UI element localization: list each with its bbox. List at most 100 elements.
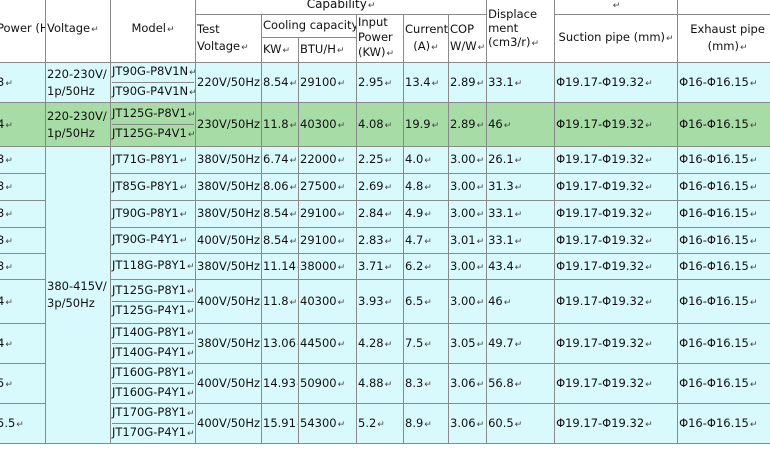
cell-current: 4.7↵ — [403, 227, 449, 254]
cell-input-power: 3.93↵ — [356, 279, 404, 324]
cell-power: 5↵ — [0, 363, 46, 404]
cell-model: JT90G-P4Y1↵ — [110, 227, 196, 254]
cell-current: 4.8↵ — [403, 173, 449, 201]
cell-btu: 54300↵ — [298, 403, 357, 444]
cell-voltage: 220-230V/ 1p/50Hz — [45, 102, 111, 147]
header-capability: Capability↵ — [194, 0, 488, 15]
cell-exhaust-pipe: Φ16-Φ16.15↵ — [677, 62, 770, 103]
cell-displacement: 26.1↵ — [486, 146, 556, 174]
cell-displacement: 46↵ — [486, 279, 556, 324]
cell-current: 7.5↵ — [403, 323, 449, 364]
cell-kw: 15.91↵ — [261, 403, 299, 444]
cell-suction-pipe: Φ19.17-Φ19.32↵ — [554, 279, 679, 324]
model-name: JT140G-P8Y1↵ — [112, 325, 195, 339]
cell-current: 13.4↵ — [403, 62, 449, 103]
cell-test-voltage: 380V/50Hz↵ — [195, 323, 262, 364]
cell-kw: 11.8↵ — [261, 102, 299, 147]
cell-model: JT90G-P8V1N↵ JT90G-P4V1N↵ — [110, 62, 196, 103]
cell-suction-pipe: Φ19.17-Φ19.32↵ — [554, 173, 679, 201]
cell-model: JT90G-P8Y1↵ — [110, 200, 196, 228]
model-name: JT85G-P8Y1↵ — [112, 178, 188, 193]
cell-suction-pipe: Φ19.17-Φ19.32↵ — [554, 227, 679, 254]
model-name: JT90G-P4V1N↵ — [112, 82, 195, 102]
cell-input-power: 3.71↵ — [356, 253, 404, 280]
cell-btu: 44500↵ — [298, 323, 357, 364]
cell-model: JT140G-P8Y1↵ JT140G-P4Y1↵ — [110, 323, 196, 364]
cell-test-voltage: 220V/50Hz↵ — [195, 62, 262, 103]
cell-input-power: 2.25↵ — [356, 146, 404, 174]
cell-suction-pipe: Φ19.17-Φ19.32↵ — [554, 253, 679, 280]
cell-btu: 40300↵ — [298, 279, 357, 324]
cell-exhaust-pipe: Φ16-Φ16.15↵ — [677, 363, 770, 404]
cell-cop: 2.89↵ — [447, 102, 488, 147]
cell-model: JT125G-P8V1↵ JT125G-P4V1↵ — [110, 102, 196, 147]
cell-kw: 8.54↵ — [261, 62, 299, 103]
cell-test-voltage: 380V/50Hz↵ — [195, 253, 262, 280]
cell-displacement: 60.5↵ — [486, 403, 556, 444]
cell-current: 6.2↵ — [403, 253, 449, 280]
cell-power: 3↵ — [0, 173, 46, 201]
cell-exhaust-pipe: Φ16-Φ16.15↵ — [677, 200, 770, 228]
model-name: JT125G-P8V1↵ — [112, 106, 196, 120]
cell-input-power: 2.83↵ — [356, 227, 404, 254]
cell-model: JT160G-P8Y1↵ JT160G-P4Y1↵ — [110, 363, 196, 404]
cell-test-voltage: 230V/50Hz↵ — [195, 102, 262, 147]
cell-btu: 38000↵ — [298, 253, 357, 280]
cell-cop: 3.00↵ — [447, 173, 488, 201]
cell-cop: 3.00↵ — [447, 279, 488, 324]
cell-power: 4↵ — [0, 102, 46, 147]
header-voltage: Voltage↵ — [45, 0, 111, 63]
cell-current: 4.0↵ — [403, 146, 449, 174]
cell-voltage: 220-230V/ 1p/50Hz — [45, 62, 111, 103]
cell-model: JT85G-P8Y1↵ — [110, 173, 196, 201]
cell-current: 8.9↵ — [403, 403, 449, 444]
cell-input-power: 4.88↵ — [356, 363, 404, 404]
cell-input-power: 2.95↵ — [356, 62, 404, 103]
table-row: 3↵220-230V/ 1p/50HzJT90G-P8V1N↵ JT90G-P4V… — [0, 62, 770, 103]
cell-test-voltage: 400V/50Hz↵ — [195, 227, 262, 254]
model-name: JT125G-P4Y1↵ — [112, 301, 195, 321]
table-row: 5.5↵ JT170G-P8Y1↵ JT170G-P4Y1↵400V/50Hz↵15… — [0, 403, 770, 444]
cell-power: 3↵ — [0, 62, 46, 103]
cell-kw: 13.06↵ — [261, 323, 299, 364]
cell-model: JT170G-P8Y1↵ JT170G-P4Y1↵ — [110, 403, 196, 444]
cell-displacement: 43.4↵ — [486, 253, 556, 280]
model-name: JT90G-P4Y1↵ — [112, 232, 188, 246]
cell-model: JT125G-P8Y1↵ JT125G-P4Y1↵ — [110, 279, 196, 324]
model-name: JT90G-P8V1N↵ — [112, 64, 195, 78]
cell-model: JT71G-P8Y1↵ — [110, 146, 196, 174]
cell-cop: 2.89↵ — [447, 62, 488, 103]
header-cooling-capacity: Cooling capacity↵ — [261, 14, 357, 38]
table-row: 3↵ JT90G-P4Y1↵ 400V/50Hz↵8.54↵29100↵2.83↵4… — [0, 227, 770, 254]
cell-suction-pipe: Φ19.17-Φ19.32↵ — [554, 403, 679, 444]
cell-btu: 29100↵ — [298, 62, 357, 103]
header-btu: BTU/H↵ — [298, 36, 357, 64]
header-kw: KW↵ — [261, 36, 299, 64]
cell-kw: 8.06↵ — [261, 173, 299, 201]
cell-test-voltage: 380V/50Hz↵ — [195, 173, 262, 201]
cell-btu: 29100↵ — [298, 227, 357, 254]
cell-test-voltage: 380V/50Hz↵ — [195, 146, 262, 174]
model-name: JT170G-P8Y1↵ — [112, 405, 195, 419]
cell-current: 8.3↵ — [403, 363, 449, 404]
table-row: 4↵220-230V/ 1p/50HzJT125G-P8V1↵ JT125G-P4… — [0, 102, 770, 147]
table-row: 4↵ JT125G-P8Y1↵ JT125G-P4Y1↵400V/50Hz↵11.8… — [0, 279, 770, 324]
cell-input-power: 5.2↵ — [356, 403, 404, 444]
cell-power: 3↵ — [0, 253, 46, 280]
table-row: 4↵ JT140G-P8Y1↵ JT140G-P4Y1↵380V/50Hz↵13.0… — [0, 323, 770, 364]
cell-input-power: 4.28↵ — [356, 323, 404, 364]
cell-cop: 3.00↵ — [447, 200, 488, 228]
header-exhaust-pipe: Exhaust pipe (mm)↵ — [677, 14, 770, 63]
cell-displacement: 56.8↵ — [486, 363, 556, 404]
cell-btu: 22000↵ — [298, 146, 357, 174]
cell-voltage: 380-415V/ 3p/50Hz — [45, 146, 111, 444]
table-row: 3↵ JT90G-P8Y1↵ 380V/50Hz↵8.54↵29100↵2.84↵4… — [0, 200, 770, 228]
cell-suction-pipe: Φ19.17-Φ19.32↵ — [554, 363, 679, 404]
cell-exhaust-pipe: Φ16-Φ16.15↵ — [677, 279, 770, 324]
cell-power: 5.5↵ — [0, 403, 46, 444]
cell-suction-pipe: Φ19.17-Φ19.32↵ — [554, 102, 679, 147]
cell-power: 3↵ — [0, 227, 46, 254]
model-name: JT140G-P4Y1↵ — [112, 343, 195, 363]
cell-cop: 3.05↵ — [447, 323, 488, 364]
cell-input-power: 2.84↵ — [356, 200, 404, 228]
